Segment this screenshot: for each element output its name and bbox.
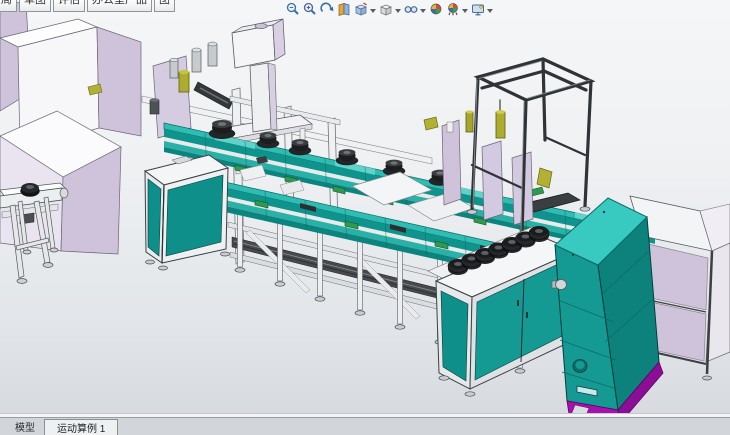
apply-scene-icon	[446, 2, 460, 16]
section-view-icon	[337, 2, 351, 16]
rotate-view-icon	[320, 2, 334, 16]
display-style-button[interactable]	[379, 2, 401, 16]
hide-show-items-dropdown[interactable]	[420, 9, 426, 13]
display-style-icon	[379, 2, 393, 16]
hopper-opening	[255, 23, 267, 28]
study-tab-bar: 模型 运动算例 1	[0, 417, 730, 435]
cabinet-knob	[552, 280, 567, 290]
section-view-button[interactable]	[337, 2, 351, 16]
view-settings-dropdown[interactable]	[487, 9, 493, 13]
heads-up-view-toolbar	[286, 1, 496, 17]
apply-scene-dropdown[interactable]	[462, 9, 468, 13]
tab-sketch[interactable]: 草图	[19, 0, 51, 12]
view-orientation-dropdown[interactable]	[370, 9, 376, 13]
hide-show-items-icon	[404, 2, 418, 16]
zoom-to-fit-button[interactable]	[286, 2, 300, 16]
rotate-view-button[interactable]	[320, 2, 334, 16]
solidworks-window: 布局 草图 评估 办公室产品 图	[0, 0, 730, 435]
view-settings-icon	[471, 2, 485, 16]
view-settings-button[interactable]	[471, 2, 493, 16]
tab-office-products[interactable]: 办公室产品	[87, 0, 152, 12]
edit-appearance-icon	[429, 2, 443, 16]
tab-motion-study-1[interactable]: 运动算例 1	[44, 419, 118, 435]
hide-show-items-button[interactable]	[404, 2, 426, 16]
3d-viewport-canvas[interactable]	[0, 0, 730, 414]
tab-model[interactable]: 模型	[6, 418, 44, 435]
zoom-to-fit-icon	[286, 2, 300, 16]
olive-actuator	[179, 70, 189, 92]
zoom-to-area-button[interactable]	[303, 2, 317, 16]
tab-extra[interactable]: 图	[154, 0, 175, 12]
command-manager-tabs: 布局 草图 评估 办公室产品 图	[0, 0, 177, 12]
belt-roller	[60, 188, 68, 198]
edit-appearance-button[interactable]	[429, 2, 443, 16]
view-orientation-button[interactable]	[354, 2, 376, 16]
tab-evaluate[interactable]: 评估	[53, 0, 85, 12]
ring-part-on-belt	[21, 183, 40, 197]
display-style-dropdown[interactable]	[395, 9, 401, 13]
3d-viewport[interactable]	[0, 0, 730, 414]
center-cabinet	[145, 155, 230, 270]
view-orientation-icon	[354, 2, 368, 16]
tab-layout[interactable]: 布局	[0, 0, 17, 12]
conveyor-feet	[17, 248, 58, 283]
apply-scene-button[interactable]	[446, 2, 468, 16]
zoom-to-area-icon	[303, 2, 317, 16]
